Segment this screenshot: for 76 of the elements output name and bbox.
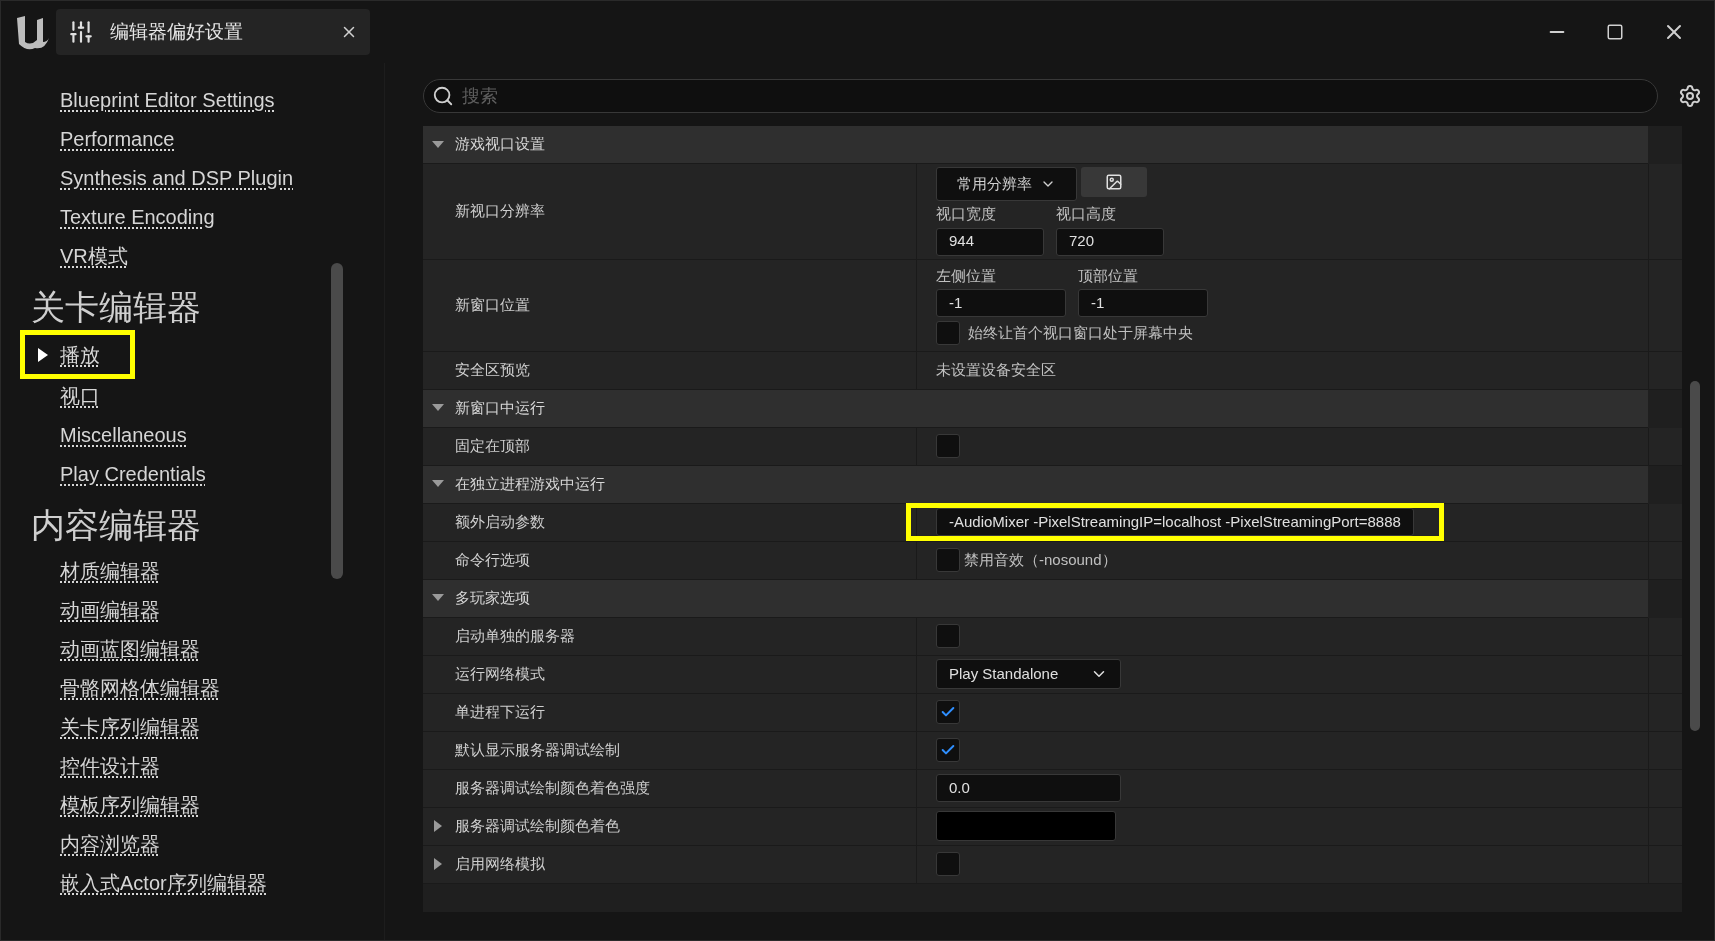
input-field[interactable]: 0.0 — [936, 774, 1121, 802]
sidebar-link[interactable]: Synthesis and DSP Plugin — [60, 162, 294, 193]
sidebar-link[interactable]: 控件设计器 — [60, 750, 160, 781]
section-header[interactable]: 多玩家选项 — [423, 579, 1648, 618]
value-text: 未设置设备安全区 — [936, 359, 1056, 380]
search-input[interactable]: 搜索 — [462, 82, 1649, 110]
settings-icon[interactable] — [1678, 84, 1702, 108]
setting-label: 命令行选项 — [455, 549, 530, 570]
setting-label: 新窗口位置 — [455, 294, 530, 315]
setting-label: 启动单独的服务器 — [455, 625, 575, 646]
scrollbar-thumb[interactable] — [1690, 381, 1700, 731]
checkbox[interactable] — [936, 700, 960, 724]
setting-label: 服务器调试绘制颜色着色强度 — [455, 777, 650, 798]
sidebar-link[interactable]: Texture Encoding — [60, 201, 215, 232]
sidebar-link[interactable]: 内容浏览器 — [60, 828, 160, 859]
field-label: 视口宽度 — [936, 204, 997, 224]
input-field[interactable]: 944 — [936, 227, 1044, 256]
checkbox[interactable] — [936, 624, 960, 648]
setting-label: 默认显示服务器调试绘制 — [455, 739, 620, 760]
search-field[interactable]: 搜索 — [423, 79, 1658, 113]
network-mode-dropdown[interactable]: Play Standalone — [936, 659, 1121, 689]
setting-label: 启用网络模拟 — [455, 853, 545, 874]
color-swatch[interactable] — [936, 811, 1116, 841]
sidebar-link[interactable]: 嵌入式Actor序列编辑器 — [60, 867, 267, 898]
image-icon — [1105, 173, 1123, 191]
option-label: 禁用音效（-nosound） — [964, 549, 1117, 570]
setting-label: 安全区预览 — [455, 359, 530, 380]
image-button[interactable] — [1081, 167, 1147, 197]
sidebar-link[interactable]: Play Credentials — [60, 458, 206, 489]
setting-label: 固定在顶部 — [455, 435, 530, 456]
sidebar-link[interactable]: Miscellaneous — [60, 419, 187, 450]
section-header[interactable]: 在独立进程游戏中运行 — [423, 465, 1648, 504]
window-title: 编辑器偏好设置 — [110, 19, 244, 44]
input-field[interactable]: -AudioMixer -PixelStreamingIP=localhost -PixelStreamingPort=8888 — [936, 508, 1414, 536]
field-label: 视口高度 — [1056, 204, 1117, 224]
input-field[interactable]: 720 — [1056, 227, 1164, 256]
sidebar-link[interactable]: 模板序列编辑器 — [60, 789, 200, 820]
sidebar-link[interactable]: 动画蓝图编辑器 — [60, 633, 200, 664]
sidebar-link[interactable]: 关卡序列编辑器 — [60, 711, 200, 742]
option-label: 始终让首个视口窗口处于屏幕中央 — [968, 323, 1193, 343]
sidebar-link[interactable]: 动画编辑器 — [60, 594, 160, 625]
sidebar-link[interactable]: VR模式 — [60, 240, 128, 271]
sidebar-link[interactable]: 骨骼网格体编辑器 — [60, 672, 220, 703]
search-icon — [432, 85, 454, 107]
setting-label: 新视口分辨率 — [455, 201, 545, 221]
section-title: 在独立进程游戏中运行 — [455, 473, 605, 494]
checkbox[interactable] — [936, 852, 960, 876]
checkbox[interactable] — [936, 321, 960, 346]
sidebar-link[interactable]: 播放 — [60, 339, 100, 370]
setting-label: 运行网络模式 — [455, 663, 545, 684]
setting-label: 额外启动参数 — [455, 511, 545, 532]
scrollbar-thumb[interactable] — [331, 263, 343, 579]
sidebar-link[interactable]: Blueprint Editor Settings — [60, 84, 275, 115]
section-title: 游戏视口设置 — [455, 134, 545, 155]
section-header[interactable]: 新窗口中运行 — [423, 389, 1648, 428]
sidebar-link[interactable]: 视口 — [60, 380, 100, 411]
field-label: 左侧位置 — [936, 265, 997, 286]
section-header[interactable]: 游戏视口设置 — [423, 126, 1648, 164]
category-heading: 内容编辑器 — [31, 505, 202, 546]
section-title: 新窗口中运行 — [455, 397, 545, 418]
category-heading: 关卡编辑器 — [31, 287, 202, 328]
window-tab[interactable]: 编辑器偏好设置 — [56, 9, 370, 55]
maximize-icon[interactable] — [1606, 23, 1624, 41]
checkbox[interactable] — [936, 434, 960, 458]
setting-label: 单进程下运行 — [455, 701, 545, 722]
checkbox[interactable] — [936, 548, 960, 572]
checkbox[interactable] — [936, 738, 960, 762]
sidebar-link[interactable]: Performance — [60, 123, 175, 154]
sidebar-link[interactable]: 材质编辑器 — [60, 555, 160, 586]
preset-dropdown[interactable]: 常用分辨率 — [936, 167, 1077, 201]
sliders-icon — [68, 19, 94, 45]
section-title: 多玩家选项 — [455, 587, 530, 608]
input-field[interactable]: -1 — [936, 289, 1066, 318]
setting-label: 服务器调试绘制颜色着色 — [455, 815, 620, 836]
input-field[interactable]: -1 — [1078, 289, 1208, 318]
field-label: 顶部位置 — [1078, 265, 1139, 286]
